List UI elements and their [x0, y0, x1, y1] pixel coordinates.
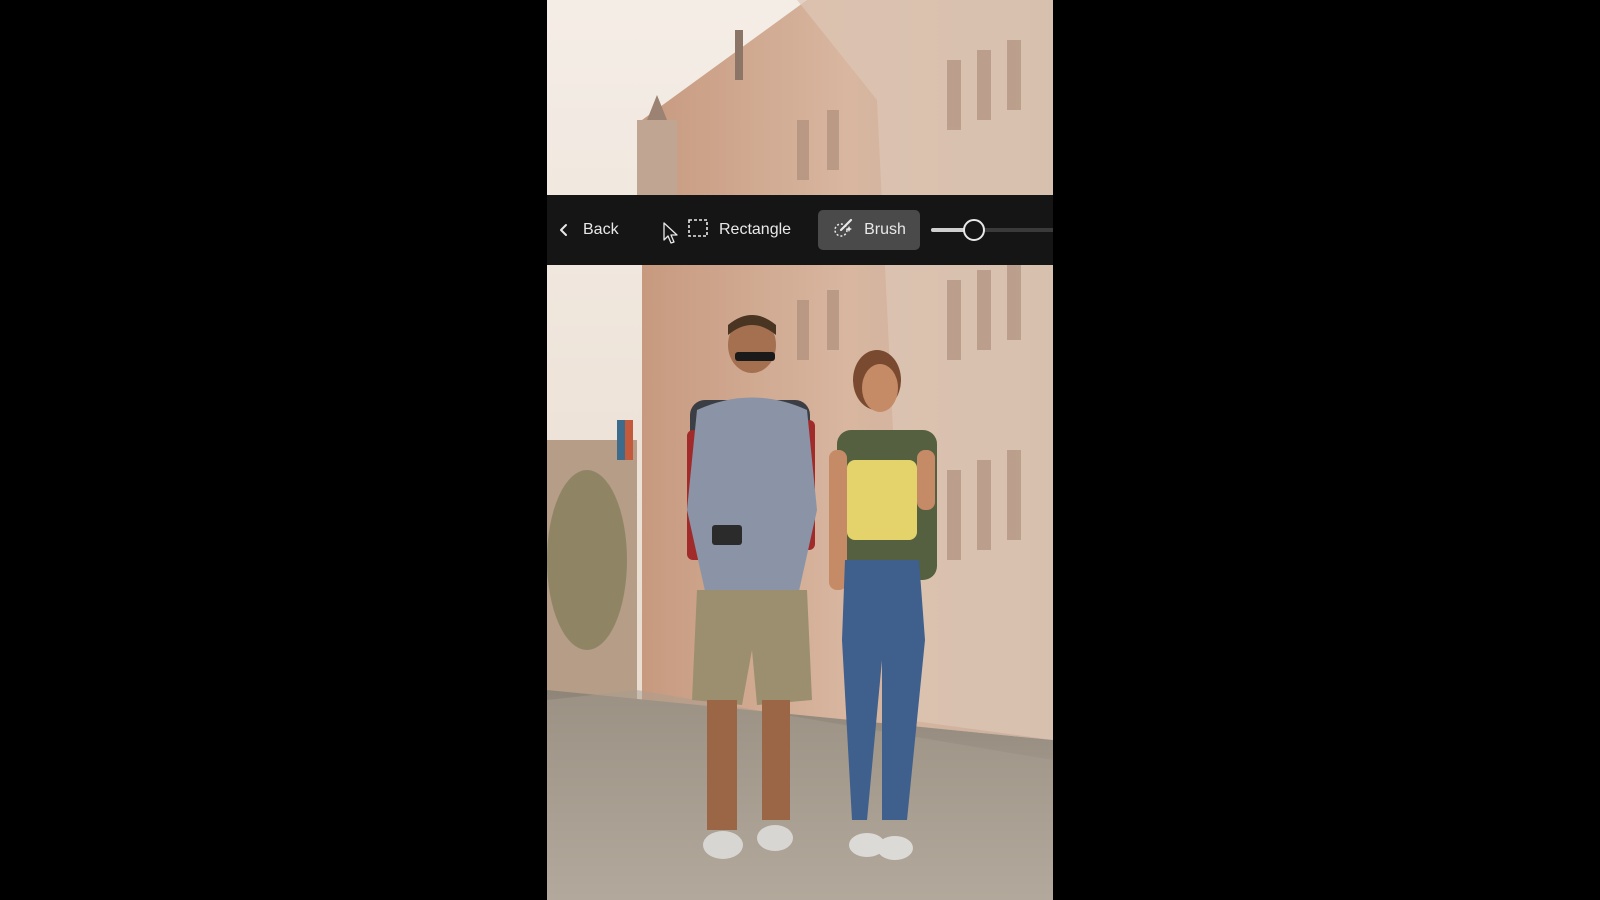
street-photo [547, 0, 1053, 900]
brush-size-slider[interactable] [931, 219, 1053, 241]
brush-label: Brush [864, 221, 906, 238]
back-label: Back [583, 221, 619, 238]
photo-canvas: Back Rectangle Brush [547, 0, 1053, 900]
brush-tool-button[interactable]: Brush [818, 210, 920, 250]
back-button[interactable]: Back [557, 216, 619, 244]
marquee-rectangle-icon [687, 218, 709, 243]
selection-toolbar: Back Rectangle Brush [547, 195, 1053, 265]
slider-thumb[interactable] [962, 219, 985, 241]
mouse-pointer-icon [663, 222, 679, 249]
rectangle-label: Rectangle [719, 221, 792, 238]
rectangle-tool-button[interactable]: Rectangle [687, 214, 791, 246]
chevron-left-icon [557, 223, 571, 237]
brush-sparkle-icon [832, 217, 854, 244]
